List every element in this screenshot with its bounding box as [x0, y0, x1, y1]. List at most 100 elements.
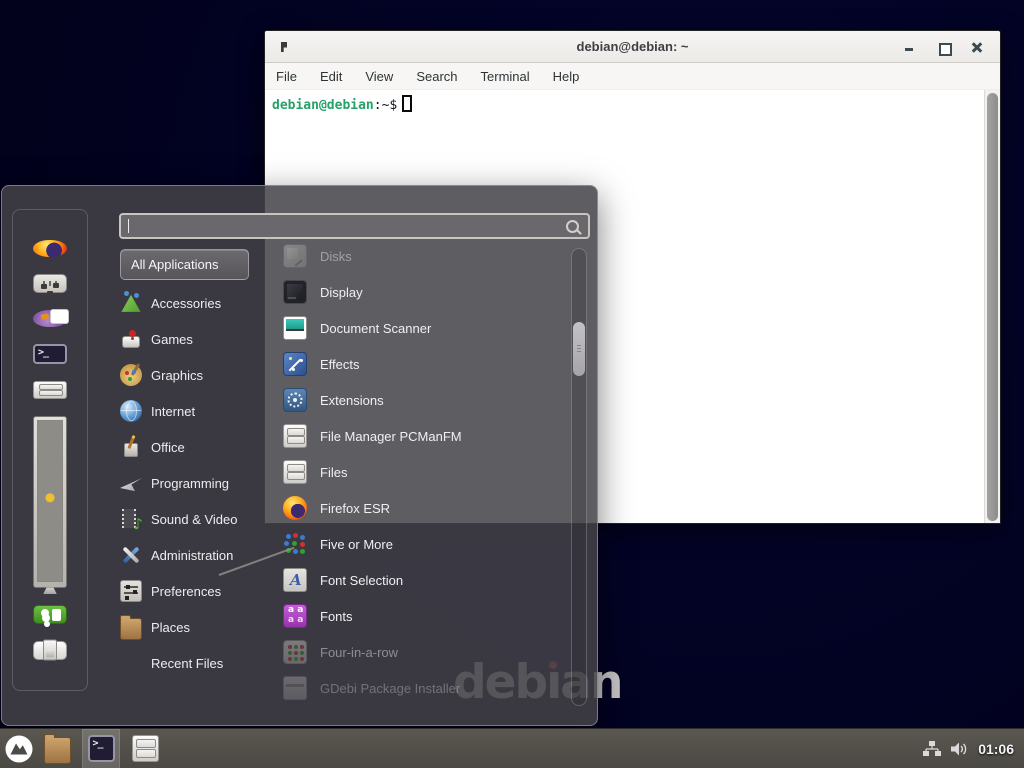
category-label: Preferences	[151, 584, 221, 599]
category-label: Office	[151, 440, 185, 455]
graphics-icon	[120, 364, 142, 386]
category-places[interactable]: Places	[120, 609, 280, 645]
pidgin-icon[interactable]	[33, 310, 67, 328]
app-firefox-esr[interactable]: Firefox ESR	[283, 490, 567, 526]
app-list-scrollbar[interactable]	[571, 248, 587, 706]
terminal-menubar: File Edit View Search Terminal Help	[265, 63, 1000, 90]
taskbar: 01:06	[0, 728, 1024, 768]
menu-view[interactable]: View	[365, 69, 393, 84]
log-out-icon[interactable]	[33, 605, 67, 624]
app-label: Disks	[320, 249, 352, 264]
places-icon	[120, 618, 142, 640]
file-cabinet-icon	[283, 424, 307, 448]
category-all-applications[interactable]: All Applications	[120, 249, 249, 280]
administration-icon	[120, 544, 142, 566]
category-games[interactable]: Games	[120, 321, 280, 357]
firefox-icon	[283, 496, 307, 520]
menu-search-box[interactable]	[119, 213, 590, 239]
maximize-icon[interactable]	[932, 37, 954, 57]
category-recent-files[interactable]: Recent Files	[120, 645, 280, 681]
programming-icon	[120, 472, 142, 494]
app-effects[interactable]: Effects	[283, 346, 567, 382]
four-in-a-row-icon	[283, 640, 307, 664]
taskbar-window-folder[interactable]	[38, 729, 76, 768]
terminal-scrollbar[interactable]	[984, 90, 1000, 524]
menu-file[interactable]: File	[276, 69, 297, 84]
menu-button[interactable]	[0, 729, 38, 768]
settings-icon[interactable]	[33, 274, 67, 293]
terminal-icon[interactable]	[33, 344, 67, 363]
app-label: Files	[320, 465, 347, 480]
firefox-icon[interactable]	[33, 240, 67, 258]
taskbar-window-terminal[interactable]	[82, 729, 120, 768]
prompt-suffix: :~$	[374, 98, 397, 113]
display-icon	[283, 280, 307, 304]
category-internet[interactable]: Internet	[120, 393, 280, 429]
category-preferences[interactable]: Preferences	[120, 573, 280, 609]
prompt-user-host: debian@debian	[272, 98, 374, 113]
menu-search[interactable]: Search	[416, 69, 457, 84]
shut-down-icon[interactable]	[33, 641, 67, 660]
close-icon[interactable]	[966, 37, 988, 57]
app-label: File Manager PCManFM	[320, 429, 462, 444]
app-fonts[interactable]: Fonts	[283, 598, 567, 634]
internet-icon	[120, 400, 142, 422]
category-accessories[interactable]: Accessories	[120, 285, 280, 321]
minimize-icon[interactable]	[898, 37, 920, 57]
app-gdebi-package-installer[interactable]: GDebi Package Installer	[283, 670, 567, 706]
menu-terminal[interactable]: Terminal	[481, 69, 530, 84]
network-icon[interactable]	[923, 740, 941, 757]
category-label: Places	[151, 620, 190, 635]
system-tray: 01:06	[923, 740, 1024, 757]
category-label: Games	[151, 332, 193, 347]
file-cabinet-icon[interactable]	[33, 381, 67, 400]
menu-help[interactable]: Help	[553, 69, 580, 84]
app-label: GDebi Package Installer	[320, 681, 460, 696]
app-label: Document Scanner	[320, 321, 431, 336]
app-font-selection[interactable]: Font Selection	[283, 562, 567, 598]
volume-icon[interactable]	[950, 741, 969, 757]
clock[interactable]: 01:06	[978, 741, 1014, 757]
font-selection-icon	[283, 568, 307, 592]
app-five-or-more[interactable]: Five or More	[283, 526, 567, 562]
games-icon	[120, 328, 142, 350]
category-sound-video[interactable]: Sound & Video	[120, 501, 280, 537]
taskbar-window-file-cabinet[interactable]	[126, 729, 164, 768]
app-label: Effects	[320, 357, 360, 372]
app-list-scrollbar-thumb[interactable]	[573, 322, 585, 376]
category-label: Administration	[151, 548, 233, 563]
application-menu: All Applications Accessories Games Graphics…	[1, 185, 598, 726]
app-label: Extensions	[320, 393, 384, 408]
app-label: Display	[320, 285, 363, 300]
app-file-manager-pcmanfm[interactable]: File Manager PCManFM	[283, 418, 567, 454]
category-label: Accessories	[151, 296, 221, 311]
app-four-in-a-row[interactable]: Four-in-a-row	[283, 634, 567, 670]
folder-icon	[44, 737, 71, 764]
app-disks[interactable]: Disks	[283, 238, 567, 274]
office-icon	[120, 436, 142, 458]
terminal-cursor	[402, 95, 412, 112]
application-list: Disks Display Document Scanner Effects Exten…	[283, 238, 567, 706]
category-graphics[interactable]: Graphics	[120, 357, 280, 393]
search-input[interactable]	[121, 215, 566, 237]
app-extensions[interactable]: Extensions	[283, 382, 567, 418]
category-label: Sound & Video	[151, 512, 238, 527]
file-cabinet-icon	[283, 460, 307, 484]
search-caret	[128, 219, 129, 233]
category-label: Recent Files	[151, 656, 223, 671]
category-programming[interactable]: Programming	[120, 465, 280, 501]
terminal-titlebar[interactable]: debian@debian: ~	[265, 31, 1000, 63]
gdebi-icon	[283, 676, 307, 700]
category-administration[interactable]: Administration	[120, 537, 280, 573]
app-files[interactable]: Files	[283, 454, 567, 490]
menu-edit[interactable]: Edit	[320, 69, 342, 84]
category-office[interactable]: Office	[120, 429, 280, 465]
extensions-icon	[283, 388, 307, 412]
app-document-scanner[interactable]: Document Scanner	[283, 310, 567, 346]
document-scanner-icon	[283, 316, 307, 340]
terminal-scrollbar-thumb[interactable]	[987, 93, 998, 521]
app-label: Font Selection	[320, 573, 403, 588]
preferences-icon	[120, 580, 142, 602]
lock-screen-icon[interactable]	[33, 416, 67, 588]
app-display[interactable]: Display	[283, 274, 567, 310]
